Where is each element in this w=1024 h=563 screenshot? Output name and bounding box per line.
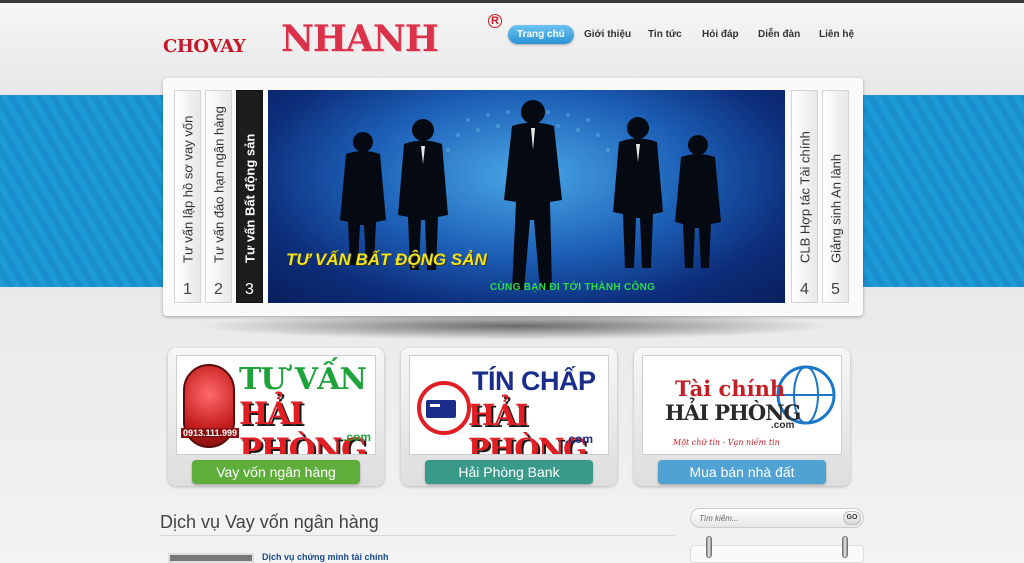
banner-domain: .com [771, 420, 795, 431]
section-title: Dịch vụ Vay vốn ngân hàng [160, 512, 379, 532]
business-people-silhouettes [340, 100, 721, 290]
banner-domain: .com [565, 432, 594, 446]
banner-line2: HẢI PHÒNG [468, 398, 588, 455]
slider-tab-label: Tư vấn Bất động sản [242, 133, 257, 263]
slider-tab-3[interactable]: Tư vấn Bất động sản 3 [236, 90, 263, 303]
registered-mark: R [488, 14, 502, 28]
slider-tab-label: CLB Hợp tác Tài chính [797, 131, 812, 263]
realestate-button[interactable]: Mua bán nhà đất [658, 460, 826, 484]
slider-tab-number: 3 [245, 281, 254, 298]
slide-image[interactable]: TƯ VẤN BẤT ĐỘNG SẢN CÙNG BẠN ĐI TỚI THÀN… [268, 90, 785, 303]
sidebar-widget [690, 545, 864, 563]
news-item-link[interactable]: Dịch vụ chứng minh tài chính [262, 552, 389, 562]
loan-button[interactable]: Vay vốn ngân hàng [192, 460, 360, 484]
banner-line1: TÍN CHẤP [472, 366, 596, 396]
hero-slider: Tư vấn lập hồ sơ vay vốn 1 Tư vấn đáo hạ… [163, 78, 863, 316]
service-card-realestate: Tài chính HẢI PHÒNG .com Một chữ tín - V… [634, 348, 850, 486]
section-divider [160, 535, 675, 536]
nav-qa[interactable]: Hỏi đáp [702, 25, 739, 44]
logo-big-text: NHANH [281, 18, 439, 60]
banner-line1: Tài chính [675, 376, 786, 401]
slider-tab-number: 1 [183, 281, 192, 298]
credit-card-icon [417, 381, 471, 435]
card-banner[interactable]: TÍN CHẤP HẢI PHÒNG .com [409, 355, 609, 455]
search-input[interactable] [699, 511, 835, 525]
banner-slogan: Một chữ tín - Vạn niềm tin [673, 438, 780, 447]
banner-domain: .com [343, 430, 372, 444]
binder-ring-icon [842, 536, 848, 558]
slide-title: TƯ VẤN BẤT ĐỘNG SẢN [286, 250, 487, 269]
bank-button[interactable]: Hải Phòng Bank [425, 460, 593, 484]
nav-forum[interactable]: Diễn đàn [758, 25, 800, 44]
nav-news[interactable]: Tin tức [648, 25, 682, 44]
service-card-loan: 0913.111.999 TƯ VẤN HẢI PHÒNG .com Vay v… [168, 348, 384, 486]
slider-tab-5[interactable]: Giảng sinh An lành 5 [822, 90, 849, 303]
banner-line1: TƯ VẤN [239, 362, 367, 397]
hotline-number: 0913.111.999 [181, 428, 240, 438]
banner-line2: HẢI PHÒNG [239, 396, 367, 455]
card-banner[interactable]: Tài chính HẢI PHÒNG .com Một chữ tín - V… [642, 355, 842, 455]
slider-tab-number: 2 [214, 281, 223, 298]
slider-shadow [195, 312, 835, 340]
slider-tab-label: Tư vấn đáo hạn ngân hàng [211, 106, 226, 263]
slider-tab-4[interactable]: CLB Hợp tác Tài chính 4 [791, 90, 818, 303]
slider-tab-label: Tư vấn lập hồ sơ vay vốn [180, 115, 195, 263]
nav-home[interactable]: Trang chủ [508, 25, 574, 44]
nav-contact[interactable]: Liên hệ [819, 25, 854, 44]
news-thumbnail[interactable] [168, 553, 254, 563]
slide-subtitle: CÙNG BẠN ĐI TỚI THÀNH CÔNG [490, 282, 656, 293]
site-logo[interactable]: CHOVAY NHANH R [163, 14, 503, 60]
slider-tab-2[interactable]: Tư vấn đáo hạn ngân hàng 2 [205, 90, 232, 303]
search-go-button[interactable]: GO [843, 511, 861, 525]
slider-tab-label: Giảng sinh An lành [828, 153, 843, 263]
card-banner[interactable]: 0913.111.999 TƯ VẤN HẢI PHÒNG .com [176, 355, 376, 455]
slider-tab-number: 5 [831, 281, 840, 298]
service-card-bank: TÍN CHẤP HẢI PHÒNG .com Hải Phòng Bank [401, 348, 617, 486]
binder-ring-icon [706, 536, 712, 558]
logo-small-text: CHOVAY [163, 36, 246, 57]
slider-tab-number: 4 [800, 281, 809, 298]
search-box: GO [690, 508, 864, 528]
slider-tab-1[interactable]: Tư vấn lập hồ sơ vay vốn 1 [174, 90, 201, 303]
nav-about[interactable]: Giới thiệu [584, 25, 631, 44]
